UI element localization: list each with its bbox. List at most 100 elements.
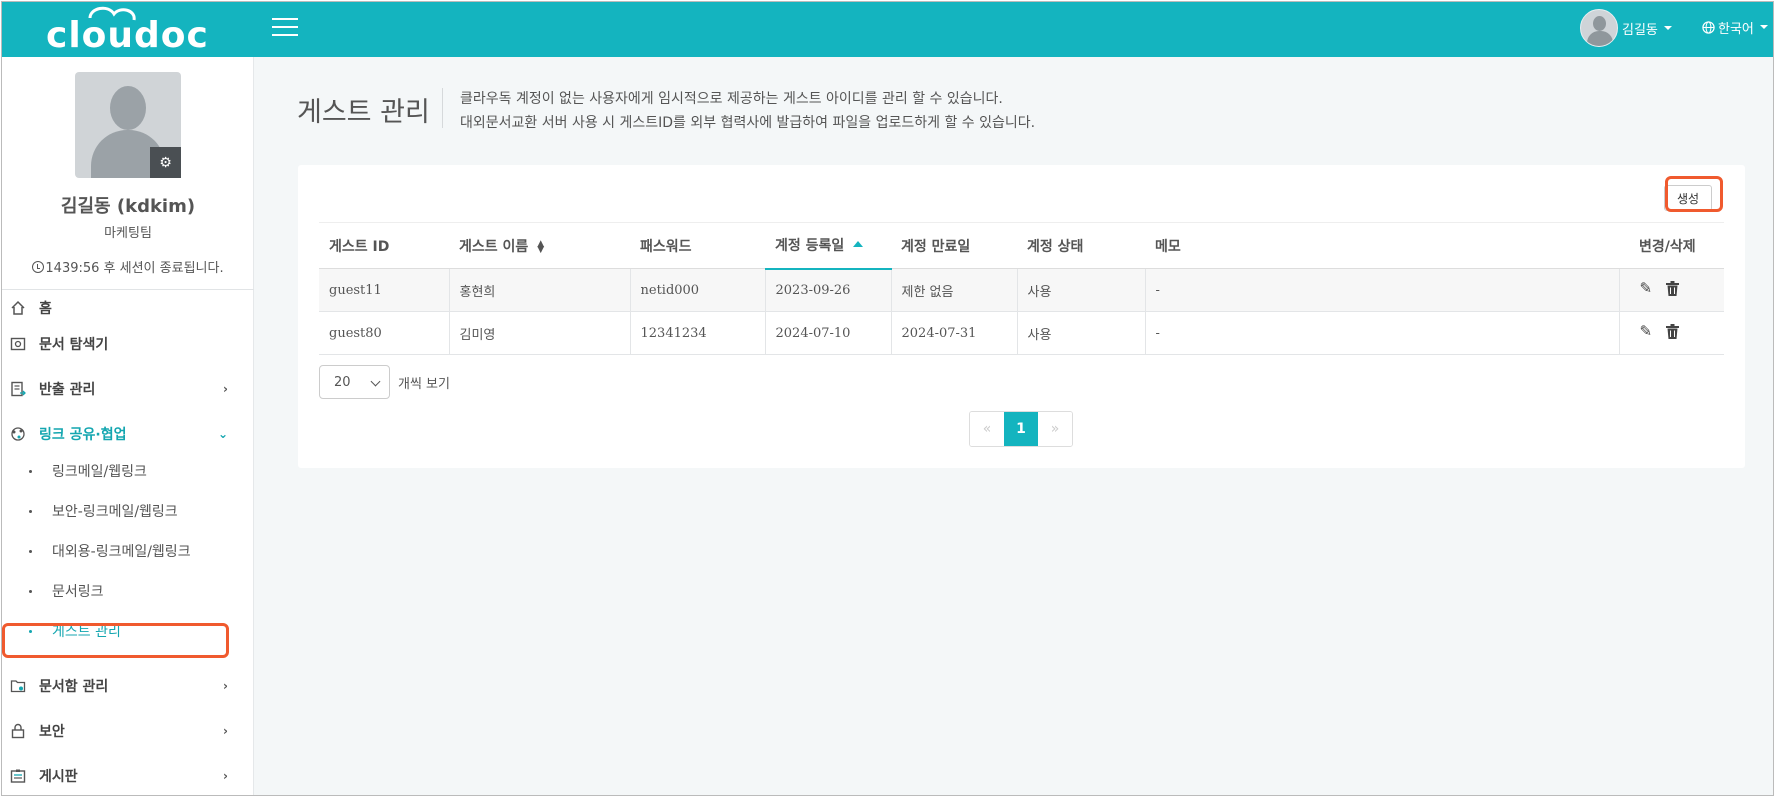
profile-settings-button[interactable]: ⚙ <box>150 147 181 178</box>
sidebar-subitem-label: 보안-링크메일/웹링크 <box>52 504 178 520</box>
cell-status: 사용 <box>1017 268 1146 312</box>
sidebar-item-home[interactable]: 홈 <box>2 291 254 325</box>
cell-guest-id: guest11 <box>319 268 450 312</box>
sidebar-subitem-doclink[interactable]: 문서링크 <box>2 575 254 607</box>
page-size-select[interactable]: 20 <box>319 365 390 399</box>
column-header-status[interactable]: 계정 상태 <box>1017 222 1145 269</box>
profile-name: 김길동 (kdkim) <box>60 196 196 217</box>
sidebar-item-label: 문서 탐색기 <box>39 337 109 353</box>
page-description: 대외문서교환 서버 사용 시 게스트ID를 외부 협력사에 발급하여 파일을 업… <box>460 115 1036 131</box>
page-description: 클라우독 계정이 없는 사용자에게 임시적으로 제공하는 게스트 아이디를 관리… <box>460 91 1003 107</box>
menu-toggle-icon[interactable] <box>272 18 298 38</box>
logo[interactable]: cloudoc <box>46 6 210 54</box>
folder-gear-icon <box>9 677 27 695</box>
sidebar-item-label: 반출 관리 <box>39 382 96 398</box>
sidebar-subitem-label: 링크메일/웹링크 <box>52 464 147 480</box>
cell-memo: - <box>1145 268 1620 312</box>
gear-icon: ⚙ <box>159 154 172 171</box>
sidebar-item-export[interactable]: 반출 관리 › <box>2 372 254 406</box>
sidebar-item-link-share[interactable]: 링크 공유·협업 ⌄ <box>2 417 254 451</box>
home-icon <box>9 299 27 317</box>
sidebar-item-board[interactable]: 게시판 › <box>2 759 254 793</box>
pagination: « 1 » <box>969 411 1073 447</box>
cell-registered: 2024-07-10 <box>765 311 892 355</box>
cell-actions: ✎ <box>1619 311 1724 355</box>
sort-icon: ▲ ▼ <box>537 238 545 255</box>
chevron-down-icon: ⌄ <box>217 427 228 441</box>
sidebar-subitem-external-linkmail[interactable]: 대외용-링크메일/웹링크 <box>2 535 254 567</box>
sidebar-item-label: 홈 <box>39 301 52 317</box>
table-row[interactable]: guest11 홍현희 netid000 2023-09-26 제한 없음 사용… <box>319 268 1724 312</box>
table-header-row: 게스트 ID 게스트 이름 ▲ ▼ 패스워드 계정 등록일 계정 만료일 계정 상태… <box>319 222 1724 270</box>
column-header-expiry[interactable]: 계정 만료일 <box>891 222 1017 269</box>
lock-icon <box>9 722 27 740</box>
page-title: 게스트 관리 <box>297 97 430 128</box>
prev-page-button[interactable]: « <box>970 412 1004 446</box>
cell-guest-name: 김미영 <box>449 311 631 355</box>
language-menu[interactable]: 한국어 <box>1702 16 1768 38</box>
sidebar-subitem-guest-management[interactable]: 게스트 관리 <box>2 615 254 647</box>
sidebar-subitem-label: 문서링크 <box>52 584 104 600</box>
sidebar-item-label: 링크 공유·협업 <box>39 427 127 443</box>
cell-memo: - <box>1145 311 1620 355</box>
sidebar-item-label: 게시판 <box>39 769 78 785</box>
trash-icon[interactable] <box>1666 281 1680 299</box>
sidebar-item-label: 문서함 관리 <box>39 679 109 695</box>
cell-guest-id: guest80 <box>319 311 450 355</box>
column-header-memo[interactable]: 메모 <box>1145 222 1619 269</box>
clock-icon <box>32 261 45 273</box>
next-page-button[interactable]: » <box>1038 412 1072 446</box>
sidebar-subitem-label: 대외용-링크메일/웹링크 <box>52 544 191 560</box>
globe-icon <box>1702 20 1715 34</box>
column-header-password[interactable]: 패스워드 <box>630 222 765 269</box>
guest-panel: 생성 게스트 ID 게스트 이름 ▲ ▼ 패스워드 계정 등록일 계정 만료일 계정… <box>298 165 1745 468</box>
divider <box>2 289 254 290</box>
cell-actions: ✎ <box>1619 268 1724 312</box>
export-icon <box>9 380 27 398</box>
trash-icon[interactable] <box>1666 324 1680 342</box>
share-icon <box>9 425 27 443</box>
sidebar: ⚙ 김길동 (kdkim) 마케팅팀 1439:56 후 세션이 종료됩니다. … <box>2 57 254 795</box>
logo-text: cloudoc <box>46 15 209 56</box>
cell-registered: 2023-09-26 <box>765 268 892 312</box>
edit-icon[interactable]: ✎ <box>1640 324 1653 342</box>
sidebar-item-docbox[interactable]: 문서함 관리 › <box>2 669 254 703</box>
edit-icon[interactable]: ✎ <box>1640 281 1653 299</box>
cell-status: 사용 <box>1017 311 1146 355</box>
session-text: 1439:56 후 세션이 종료됩니다. <box>45 261 224 276</box>
cell-password: 12341234 <box>630 311 766 355</box>
create-button[interactable]: 생성 <box>1664 185 1712 211</box>
sidebar-subitem-secure-linkmail[interactable]: 보안-링크메일/웹링크 <box>2 495 254 527</box>
column-header-guest-name[interactable]: 게스트 이름 ▲ ▼ <box>449 222 630 269</box>
divider <box>442 88 443 128</box>
sidebar-item-label: 보안 <box>39 724 65 740</box>
cell-password: netid000 <box>630 268 766 312</box>
guest-table: 게스트 ID 게스트 이름 ▲ ▼ 패스워드 계정 등록일 계정 만료일 계정 상태… <box>319 222 1724 355</box>
session-timer: 1439:56 후 세션이 종료됩니다. <box>2 257 254 276</box>
sidebar-subitem-label: 게스트 관리 <box>52 624 121 640</box>
language-label: 한국어 <box>1718 21 1754 37</box>
page-button-current[interactable]: 1 <box>1004 412 1038 446</box>
app-frame: cloudoc 김길동 한국어 ⚙ 김길동 (kdkim) 마케팅팀 1439:… <box>1 1 1774 796</box>
column-header-guest-id[interactable]: 게스트 ID <box>319 222 449 269</box>
cell-guest-name: 홍현희 <box>449 268 631 312</box>
column-header-registered[interactable]: 계정 등록일 <box>765 222 891 270</box>
table-row[interactable]: guest80 김미영 12341234 2024-07-10 2024-07-… <box>319 311 1724 355</box>
user-menu[interactable]: 김길동 <box>1580 8 1672 48</box>
board-icon <box>9 767 27 785</box>
sort-asc-icon <box>853 241 864 248</box>
sidebar-item-explorer[interactable]: 문서 탐색기 <box>2 327 254 361</box>
sidebar-subitem-linkmail[interactable]: 링크메일/웹링크 <box>2 455 254 487</box>
profile-team: 마케팅팀 <box>104 226 152 241</box>
caret-down-icon <box>1663 26 1672 30</box>
top-bar: cloudoc 김길동 한국어 <box>2 2 1773 57</box>
chevron-down-icon <box>370 376 381 387</box>
avatar <box>1580 9 1618 47</box>
chevron-right-icon: › <box>223 679 228 693</box>
chevron-right-icon: › <box>223 769 228 783</box>
explorer-icon <box>9 335 27 353</box>
page-size-value: 20 <box>334 374 351 390</box>
sidebar-item-security[interactable]: 보안 › <box>2 714 254 748</box>
column-header-actions: 변경/삭제 <box>1619 222 1724 269</box>
caret-down-icon <box>1759 25 1768 29</box>
